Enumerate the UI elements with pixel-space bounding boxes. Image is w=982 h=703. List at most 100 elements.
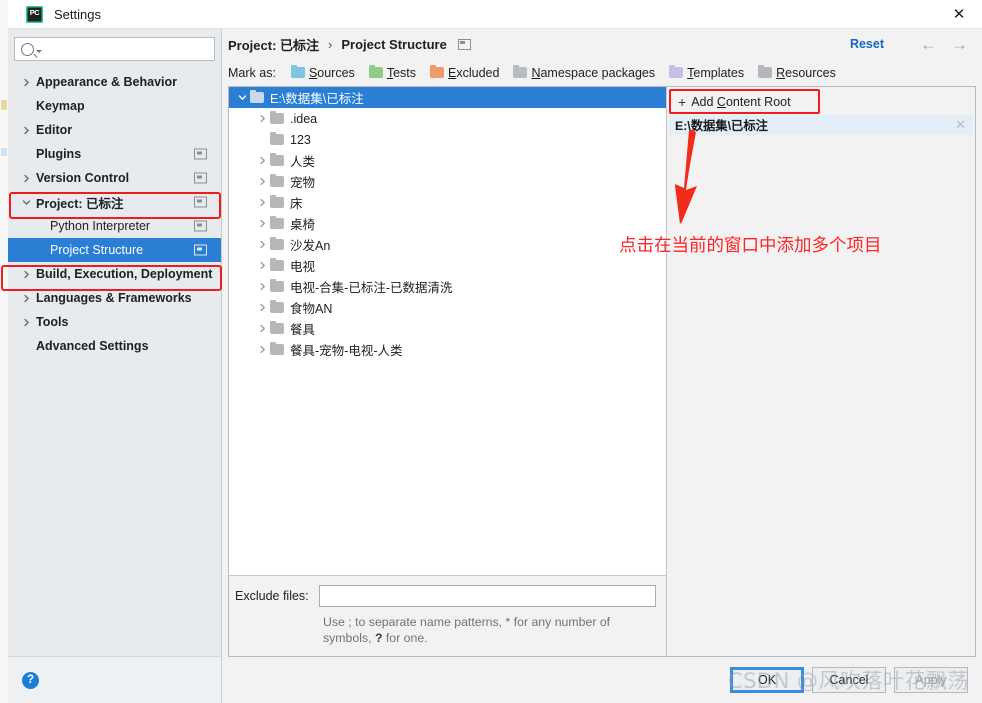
exclude-files-label: Exclude files: xyxy=(235,589,309,603)
file-tree-row[interactable]: 123 xyxy=(229,129,666,150)
search-input[interactable] xyxy=(42,39,214,59)
file-tree-row[interactable]: .idea xyxy=(229,108,666,129)
ok-button[interactable]: OK xyxy=(730,667,804,693)
chevron-right-icon xyxy=(255,114,270,123)
chevron-right-icon xyxy=(20,78,32,87)
search-box[interactable] xyxy=(14,37,215,61)
content-root-entry[interactable]: E:\数据集\已标注 ✕ xyxy=(669,115,973,135)
file-tree-row[interactable]: 沙发An xyxy=(229,234,666,255)
sidebar-item-3[interactable]: Plugins xyxy=(8,142,221,166)
file-tree-row[interactable]: E:\数据集\已标注 xyxy=(229,87,666,108)
file-tree-name: 食物AN xyxy=(290,302,333,316)
dialog-footer: OK Cancel Apply CSDN @风吹落叶花飘荡 xyxy=(222,657,982,703)
mark-as-items: Sources Tests Excluded Namespace packages Te… xyxy=(290,64,850,80)
mark-as-label: Excluded xyxy=(448,65,500,80)
breadcrumb-separator: › xyxy=(328,36,333,52)
reset-link[interactable]: Reset xyxy=(850,37,884,51)
mark-as-esources[interactable]: Resources xyxy=(758,64,836,80)
chevron-right-icon xyxy=(255,240,270,249)
apply-button[interactable]: Apply xyxy=(894,667,968,693)
breadcrumb-actions: Reset ← → xyxy=(850,36,968,53)
sidebar-item-8[interactable]: Build, Execution, Deployment xyxy=(8,262,221,286)
mark-as-xcluded[interactable]: Excluded xyxy=(430,64,500,80)
file-tree-name: 电视-合集-已标注-已数据清洗 xyxy=(290,281,453,295)
mark-as-label: Sources xyxy=(308,65,355,80)
plus-icon: + xyxy=(678,93,687,110)
sidebar-item-7[interactable]: Project Structure xyxy=(8,238,221,262)
breadcrumb: Project: 已标注 › Project Structure xyxy=(228,35,447,54)
forward-arrow-icon[interactable]: → xyxy=(951,36,968,53)
exclude-hint-text-2: for one. xyxy=(382,631,428,645)
cancel-button[interactable]: Cancel xyxy=(812,667,886,693)
file-tree-row[interactable]: 宠物 xyxy=(229,171,666,192)
add-content-root-button[interactable]: + Add Content Root xyxy=(673,91,799,112)
file-tree-row[interactable]: 餐具-宠物-电视-人类 xyxy=(229,339,666,360)
sidebar-item-9[interactable]: Languages & Frameworks xyxy=(8,286,221,310)
file-tree[interactable]: E:\数据集\已标注 .idea 123 人类宠物床桌椅沙发An 电视电视-合集-已标注… xyxy=(229,87,666,575)
sidebar-item-5[interactable]: Project: 已标注 xyxy=(8,190,221,214)
project-scope-badge-icon xyxy=(194,220,207,232)
file-tree-row[interactable]: 人类 xyxy=(229,150,666,171)
file-tree-row[interactable]: 餐具 xyxy=(229,318,666,339)
chevron-right-icon xyxy=(20,126,32,135)
sidebar-item-4[interactable]: Version Control xyxy=(8,166,221,190)
sidebar-item-label: Tools xyxy=(36,315,69,329)
file-tree-row[interactable]: 电视 xyxy=(229,255,666,276)
sidebar-item-label: Python Interpreter xyxy=(50,219,151,233)
file-tree-row[interactable]: 床 xyxy=(229,192,666,213)
window-title: Settings xyxy=(54,6,101,22)
remove-content-root-icon[interactable]: ✕ xyxy=(952,117,969,133)
sidebar-item-1[interactable]: Keymap xyxy=(8,94,221,118)
back-arrow-icon[interactable]: ← xyxy=(920,36,937,53)
chevron-right-icon xyxy=(255,198,270,207)
mark-as-label: Templates xyxy=(687,65,745,80)
folder-templates-icon xyxy=(669,64,684,78)
file-tree-name: E:\数据集\已标注 xyxy=(270,92,364,106)
sidebar-item-6[interactable]: Python Interpreter xyxy=(8,214,221,238)
folder-resources-icon xyxy=(758,64,773,78)
folder-icon xyxy=(270,236,284,250)
mark-as-label: Tests xyxy=(386,65,416,80)
chevron-down-icon xyxy=(235,93,250,102)
sidebar-item-11[interactable]: Advanced Settings xyxy=(8,334,221,358)
folder-icon xyxy=(270,194,284,208)
content-roots-panel: + Add Content Root E:\数据集\已标注 ✕ xyxy=(667,87,975,656)
sidebar-item-label: Project Structure xyxy=(50,243,144,257)
mark-as-amespace-packages[interactable]: Namespace packages xyxy=(513,64,655,80)
mark-as-ests[interactable]: Tests xyxy=(368,64,416,80)
chevron-right-icon xyxy=(20,294,32,303)
breadcrumb-parent[interactable]: Project: 已标注 xyxy=(228,35,319,54)
file-tree-name: 桌椅 xyxy=(290,218,316,232)
file-tree-name: .idea xyxy=(290,111,318,126)
file-tree-name: 餐具 xyxy=(290,323,316,337)
settings-dialog: Settings ✕ Appearance & Behavior Keymap Ed… xyxy=(1,0,982,703)
structure-panels: E:\数据集\已标注 .idea 123 人类宠物床桌椅沙发An 电视电视-合集-已标注… xyxy=(228,86,976,657)
project-scope-badge-icon xyxy=(194,148,207,160)
exclude-files-section: Exclude files: Use ; to separate name pa… xyxy=(229,575,666,656)
dialog-body: Appearance & Behavior Keymap Editor Plugins… xyxy=(1,29,982,703)
file-tree-name: 宠物 xyxy=(290,176,316,190)
mark-as-emplates[interactable]: Templates xyxy=(669,64,745,80)
chevron-right-icon xyxy=(255,156,270,165)
chevron-right-icon xyxy=(255,219,270,228)
content-root-path: E:\数据集\已标注 xyxy=(675,119,768,133)
folder-icon xyxy=(270,257,284,271)
file-tree-row[interactable]: 食物AN xyxy=(229,297,666,318)
folder-icon xyxy=(270,215,284,229)
sidebar-item-10[interactable]: Tools xyxy=(8,310,221,334)
chevron-right-icon xyxy=(255,345,270,354)
sidebar-item-label: Appearance & Behavior xyxy=(36,75,178,89)
sidebar-item-2[interactable]: Editor xyxy=(8,118,221,142)
exclude-files-input[interactable] xyxy=(318,585,656,607)
close-icon[interactable]: ✕ xyxy=(936,0,982,28)
help-icon[interactable]: ? xyxy=(22,671,39,689)
mark-as-ources[interactable]: Sources xyxy=(290,64,355,80)
file-tree-row[interactable]: 桌椅 xyxy=(229,213,666,234)
settings-content: Project: 已标注 › Project Structure Reset ←… xyxy=(222,29,982,703)
sidebar-item-0[interactable]: Appearance & Behavior xyxy=(8,70,221,94)
folder-excluded-icon xyxy=(430,64,444,78)
background-marker-blue xyxy=(1,148,7,156)
file-tree-row[interactable]: 电视-合集-已标注-已数据清洗 xyxy=(229,276,666,297)
file-tree-name: 123 xyxy=(290,132,311,147)
project-scope-badge-icon xyxy=(457,38,471,50)
